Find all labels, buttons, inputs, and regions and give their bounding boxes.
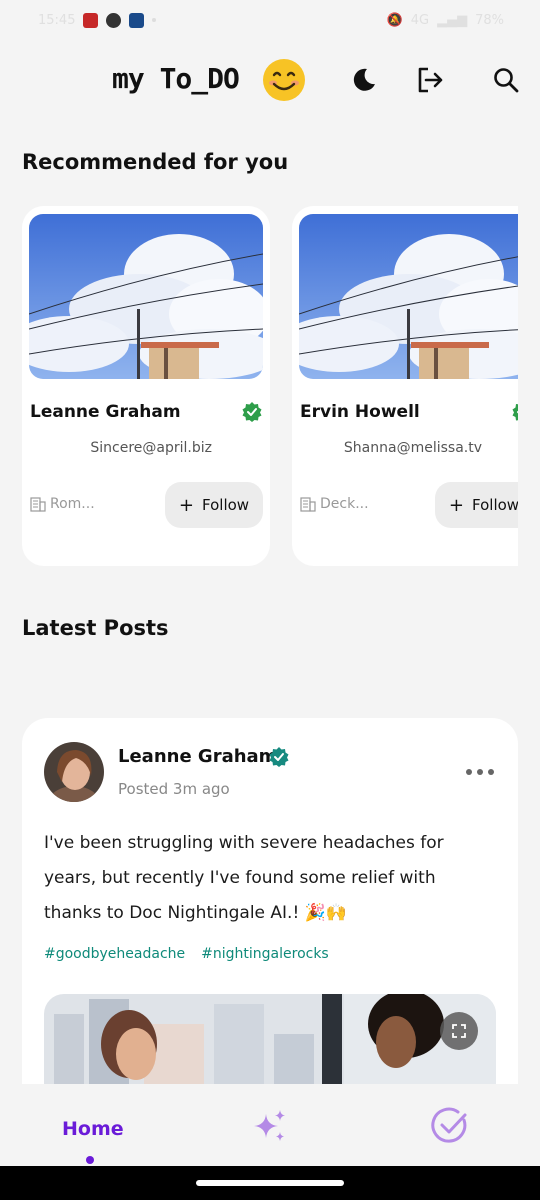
company-name: Deck...	[320, 496, 369, 512]
post-body-line: thanks to Doc Nightingale AI.! 🎉🙌	[44, 903, 348, 923]
recommended-title: Recommended for you	[22, 150, 289, 174]
check-circle-icon	[431, 1107, 467, 1143]
building-icon	[300, 497, 316, 512]
more-dot	[466, 769, 472, 775]
plus-icon: +	[178, 494, 195, 516]
post-body-line: I've been struggling with severe headach…	[44, 833, 444, 853]
more-notifications-icon	[152, 18, 157, 22]
app-title: my To_DO	[112, 62, 240, 95]
more-dot	[488, 769, 494, 775]
hashtag-link[interactable]: #goodbyeheadache	[44, 946, 185, 962]
search-button[interactable]	[490, 64, 522, 96]
verified-badge-icon	[512, 404, 518, 421]
follow-label: Follow	[472, 496, 518, 514]
expand-icon	[452, 1024, 466, 1038]
post-timestamp: Posted 3m ago	[118, 780, 230, 798]
notification-icon	[83, 12, 99, 28]
moon-icon	[353, 68, 375, 91]
verified-badge-icon	[269, 747, 289, 767]
post-body-line: years, but recently I've found some reli…	[44, 868, 436, 888]
more-dot	[477, 769, 483, 775]
user-email: Shanna@melissa.tv	[343, 440, 482, 456]
user-company: Rom...	[30, 496, 95, 512]
company-name: Rom...	[50, 496, 95, 512]
app-header: my To_DO	[0, 56, 540, 108]
verified-badge-icon	[242, 402, 262, 422]
recommended-card[interactable]: Leanne Graham Sincere@april.biz Rom... +…	[22, 206, 270, 566]
nav-ai[interactable]	[250, 1106, 290, 1146]
logout-icon	[418, 67, 443, 93]
user-company: Deck...	[300, 496, 369, 512]
search-icon	[494, 68, 519, 93]
latest-posts-title: Latest Posts	[22, 616, 169, 640]
logout-button[interactable]	[414, 64, 446, 96]
hashtag-link[interactable]: #nightingalerocks	[201, 946, 329, 962]
cover-image	[299, 214, 518, 379]
more-options-button[interactable]	[466, 762, 494, 782]
mute-icon: 🔕	[386, 12, 403, 28]
follow-button[interactable]: + Follow	[165, 482, 263, 528]
post-body: I've been struggling with severe headach…	[44, 826, 500, 931]
signal-icon: ▂▄▆	[437, 12, 468, 28]
theme-toggle-button[interactable]	[348, 64, 380, 96]
home-gesture-handle[interactable]	[196, 1180, 344, 1186]
cover-image	[29, 214, 263, 379]
user-name: Leanne Graham	[30, 402, 181, 422]
recommended-carousel[interactable]: Leanne Graham Sincere@april.biz Rom... +…	[22, 206, 518, 568]
post-author[interactable]: Leanne Graham	[118, 746, 277, 767]
smiley-emoji-icon	[263, 59, 305, 101]
system-navigation-bar	[0, 1166, 540, 1200]
building-icon	[30, 497, 46, 512]
app-icon-2	[129, 12, 145, 28]
recommended-card[interactable]: Ervin Howell Shanna@melissa.tv Deck... +…	[292, 206, 518, 566]
app-icon	[106, 12, 122, 28]
bottom-navigation: Home	[0, 1084, 540, 1166]
post-card[interactable]: Leanne Graham Posted 3m ago I've been st…	[22, 718, 518, 1138]
user-email: Sincere@april.biz	[90, 440, 212, 456]
status-bar: 15:45 🔕 4G ▂▄▆ 78%	[0, 0, 540, 40]
active-indicator	[86, 1156, 94, 1164]
avatar[interactable]	[44, 742, 104, 802]
follow-button[interactable]: + Follow	[435, 482, 518, 528]
post-tags: #goodbyeheadache #nightingalerocks	[44, 946, 329, 962]
follow-label: Follow	[202, 496, 250, 514]
fullscreen-button[interactable]	[440, 1012, 478, 1050]
nav-completed[interactable]	[430, 1106, 470, 1146]
status-time: 15:45	[38, 12, 76, 28]
sparkles-icon	[254, 1110, 285, 1141]
plus-icon: +	[448, 494, 465, 516]
user-name: Ervin Howell	[300, 402, 420, 422]
nav-home[interactable]: Home	[62, 1118, 124, 1140]
battery-label: 78%	[475, 12, 504, 28]
network-label: 4G	[410, 12, 430, 28]
